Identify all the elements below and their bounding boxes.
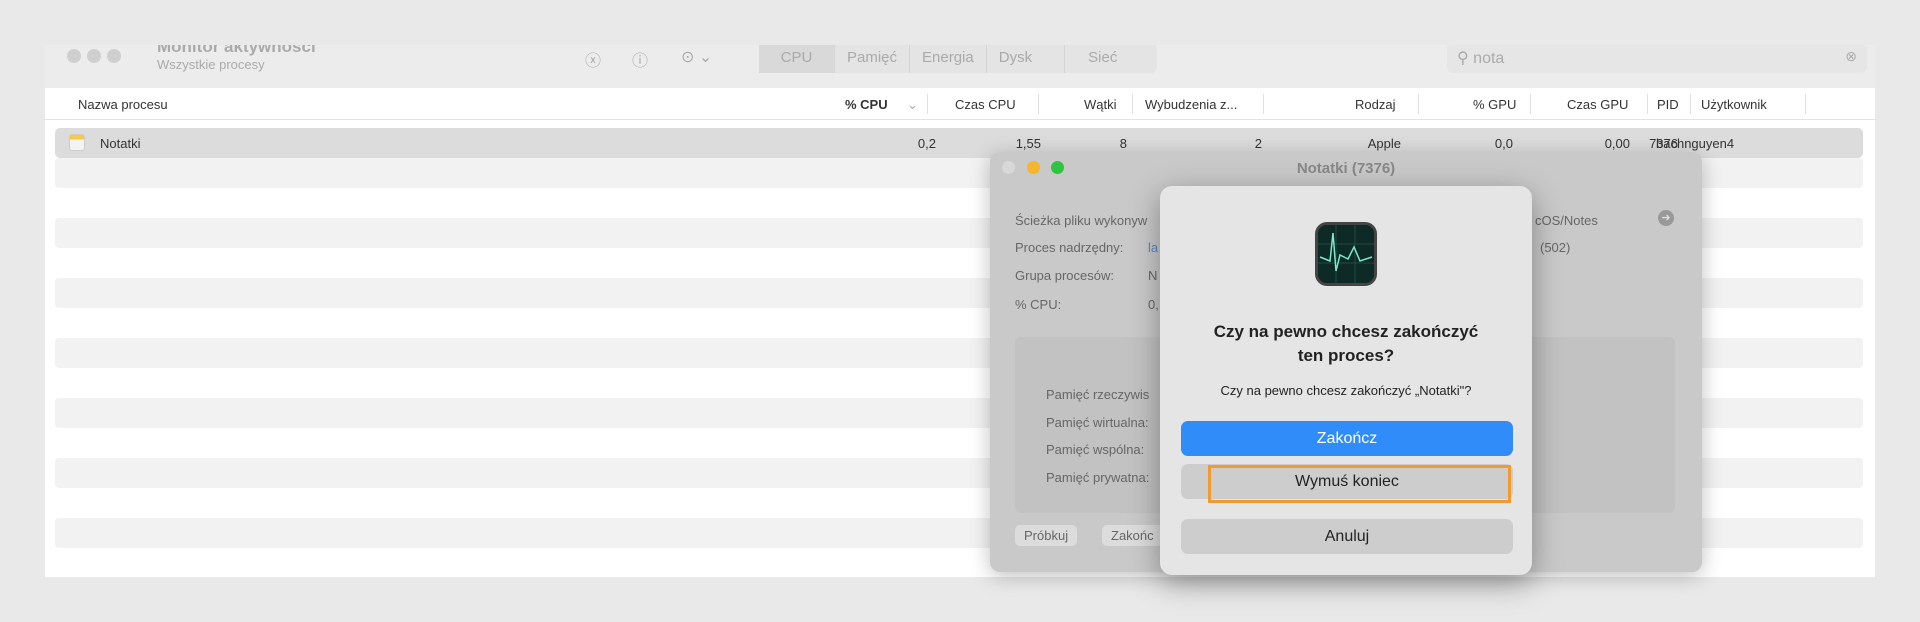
zoom-button[interactable]: [107, 49, 121, 63]
info-icon[interactable]: ⓘ: [632, 47, 648, 71]
process-name: Notatki: [100, 136, 141, 151]
sample-button[interactable]: Próbkuj: [1015, 525, 1078, 546]
kind-value: Apple: [1367, 136, 1401, 151]
col-cpu[interactable]: % CPU: [845, 97, 888, 112]
highlight-box: [1208, 465, 1511, 503]
info-window-title: Notatki (7376): [1296, 160, 1396, 177]
parent-link[interactable]: la: [1148, 240, 1158, 255]
quit-confirmation-dialog: Czy na pewno chcesz zakończyć ten proces…: [1160, 186, 1532, 575]
cancel-button[interactable]: Anuluj: [1181, 519, 1513, 554]
memory-label: Pamięć rzeczywis: [1046, 387, 1150, 402]
stop-process-icon[interactable]: ⓧ: [585, 47, 601, 71]
table-header: Nazwa procesu % CPU ⌄ Czas CPU Wątki Wyb…: [45, 88, 1875, 120]
app-subtitle: Wszystkie procesy: [157, 57, 265, 72]
col-threads[interactable]: Wątki: [1084, 97, 1117, 112]
dialog-title: Czy na pewno chcesz zakończyć ten proces…: [1213, 322, 1479, 365]
category-tabs: CPU Pamięć Energia Dysk Sieć: [759, 45, 1157, 73]
tab-disk[interactable]: Dysk: [987, 45, 1065, 73]
parent-pid: (502): [1540, 240, 1571, 255]
clear-search-icon[interactable]: ⊗: [1845, 48, 1857, 65]
minimize-button[interactable]: [87, 49, 101, 63]
col-pid[interactable]: PID: [1657, 97, 1679, 112]
col-cpu-time[interactable]: Czas CPU: [955, 97, 1016, 112]
tab-energy[interactable]: Energia: [910, 45, 987, 73]
cpu-time-value: 1,55: [1015, 136, 1041, 151]
cpu-value: 0,: [1148, 297, 1159, 312]
more-options-icon[interactable]: ⊙ ⌄: [681, 47, 712, 67]
col-gpu-time[interactable]: Czas GPU: [1567, 97, 1628, 112]
search-field[interactable]: ⚲ nota ⊗: [1447, 45, 1867, 73]
sort-chevron-icon[interactable]: ⌄: [907, 97, 918, 113]
search-icon: ⚲: [1457, 50, 1469, 67]
user-value: bachnguyen4: [1656, 136, 1735, 151]
tab-memory[interactable]: Pamięć: [835, 45, 911, 73]
col-wakeups[interactable]: Wybudzenia z...: [1145, 97, 1237, 112]
gpu-value: 0,0: [1494, 136, 1513, 151]
col-name[interactable]: Nazwa procesu: [78, 97, 168, 112]
notes-app-icon: [69, 134, 85, 151]
close-button[interactable]: [67, 49, 81, 63]
reveal-arrow-icon[interactable]: ➜: [1658, 210, 1674, 226]
col-gpu[interactable]: % GPU: [1473, 97, 1516, 112]
memory-label: Pamięć wirtualna:: [1046, 415, 1149, 430]
quit-button[interactable]: Zakończ: [1181, 421, 1513, 456]
app-title: Monitor aktywności: [157, 45, 316, 56]
activity-monitor-icon: [1315, 222, 1377, 286]
col-kind[interactable]: Rodzaj: [1355, 97, 1395, 112]
dialog-message: Czy na pewno chcesz zakończyć „Notatki"?: [1220, 383, 1472, 398]
memory-label: Pamięć prywatna:: [1046, 470, 1150, 485]
parent-label: Proces nadrzędny:: [1015, 240, 1124, 255]
quit-button[interactable]: Zakońc: [1102, 525, 1163, 546]
group-label: Grupa procesów:: [1015, 268, 1114, 283]
group-value: N: [1148, 268, 1158, 283]
path-label: Ścieżka pliku wykonyw: [1015, 213, 1148, 228]
toolbar: Monitor aktywności Wszystkie procesy ⓧ ⓘ…: [45, 45, 1875, 88]
gpu-time-value: 0,00: [1604, 136, 1630, 151]
memory-label: Pamięć wspólna:: [1046, 442, 1145, 457]
tab-cpu[interactable]: CPU: [759, 45, 835, 73]
cpu-label: % CPU:: [1015, 297, 1062, 312]
path-value: cOS/Notes: [1535, 213, 1598, 228]
col-user[interactable]: Użytkownik: [1701, 97, 1767, 112]
threads-value: 8: [1119, 136, 1127, 151]
search-input[interactable]: nota: [1473, 50, 1504, 67]
cpu-value: 0,2: [917, 136, 936, 151]
tab-network[interactable]: Sieć: [1065, 45, 1141, 73]
wakeups-value: 2: [1254, 136, 1262, 151]
